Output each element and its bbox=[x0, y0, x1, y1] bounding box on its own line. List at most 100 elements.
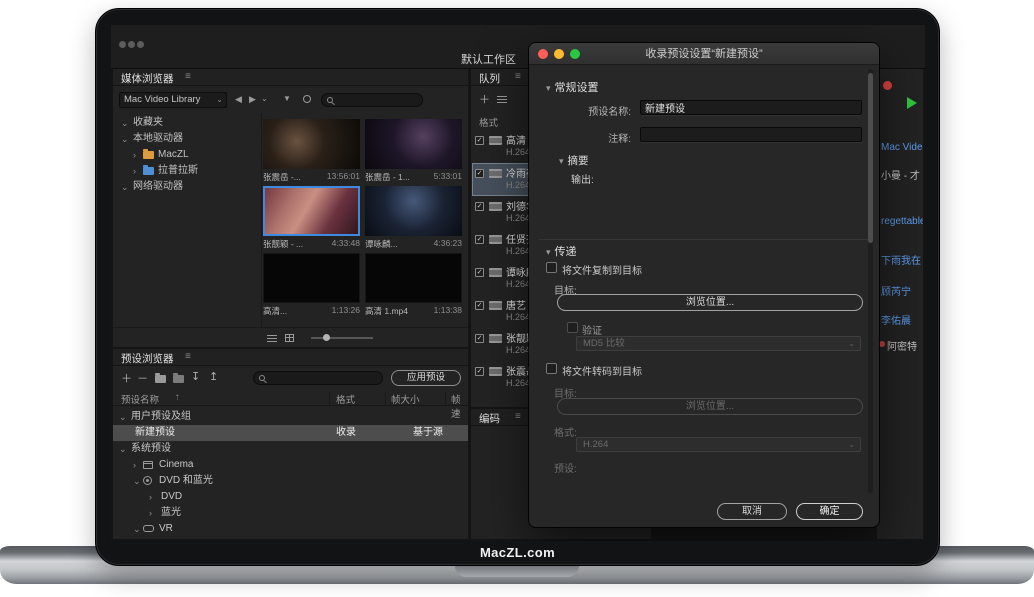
ingest-settings-dialog: 收录预设设置“新建预设” ▾常规设置 预设名称: 注释: ▾摘要 输出: ▾传递 bbox=[529, 43, 879, 527]
chevron-down-icon: ⌄ bbox=[121, 115, 129, 131]
play-icon[interactable] bbox=[907, 97, 917, 109]
list-view-icon[interactable] bbox=[267, 335, 277, 342]
laptop-screen: 默认工作区 媒体浏览器 ≡ Mac Video Library ⌄ ◀ ▶ ⌄ … bbox=[95, 8, 940, 566]
media-clip[interactable]: 张震岳 - 1...5:33:01 bbox=[365, 119, 462, 183]
media-clip[interactable]: 谭咏麟...4:36:23 bbox=[365, 186, 462, 250]
queue-format-column[interactable]: 格式 bbox=[479, 115, 498, 129]
queue-list-icon[interactable] bbox=[497, 96, 507, 103]
media-browser-footer bbox=[113, 327, 468, 347]
media-clip-selected[interactable]: 张靓颖 - ...4:33:48 bbox=[263, 186, 360, 250]
checkbox-checked[interactable]: ✓ bbox=[475, 136, 484, 145]
dialog-titlebar[interactable]: 收录预设设置“新建预设” bbox=[529, 43, 879, 65]
chevron-right-icon: › bbox=[133, 457, 136, 473]
remove-preset-icon[interactable]: － bbox=[137, 370, 148, 386]
clip-icon bbox=[489, 301, 502, 310]
playlist-item[interactable]: 顾芮宁 bbox=[881, 283, 911, 298]
forward-icon[interactable]: ▶ bbox=[249, 94, 256, 105]
panel-menu-icon[interactable]: ≡ bbox=[185, 351, 191, 362]
playlist-item[interactable]: 阿密特 bbox=[887, 338, 917, 353]
checkbox-checked[interactable]: ✓ bbox=[475, 268, 484, 277]
zoom-icon[interactable] bbox=[570, 49, 580, 59]
close-icon[interactable] bbox=[538, 49, 548, 59]
checkbox-checked[interactable]: ✓ bbox=[475, 235, 484, 244]
checkbox-checked[interactable]: ✓ bbox=[475, 202, 484, 211]
new-group-icon[interactable] bbox=[155, 375, 166, 383]
media-clip[interactable]: 张震岳 -...13:56:01 bbox=[263, 119, 360, 183]
dialog-scrollbar-thumb[interactable] bbox=[868, 73, 873, 243]
eye-icon[interactable] bbox=[303, 95, 311, 103]
window-zoom-icon[interactable] bbox=[137, 41, 144, 48]
column-name[interactable]: 预设名称 bbox=[121, 392, 159, 406]
media-clip[interactable]: 高清...1:13:26 bbox=[263, 253, 360, 317]
panel-menu-icon[interactable]: ≡ bbox=[515, 411, 521, 422]
encode-tab[interactable]: 编码 bbox=[479, 411, 500, 426]
panel-menu-icon[interactable]: ≡ bbox=[515, 71, 521, 82]
filter-icon[interactable]: ▼ bbox=[283, 94, 291, 103]
preset-group-cinema[interactable]: › Cinema bbox=[113, 457, 468, 473]
zoom-slider-knob[interactable] bbox=[323, 334, 330, 341]
section-general[interactable]: ▾常规设置 bbox=[546, 79, 599, 95]
column-frame-size[interactable]: 帧大小 bbox=[391, 392, 420, 406]
section-general-label: 常规设置 bbox=[555, 82, 599, 94]
window-minimize-icon[interactable] bbox=[128, 41, 135, 48]
preset-group-vr[interactable]: ⌄ VR bbox=[113, 521, 468, 537]
tree-item-local-drives[interactable]: ⌄ 本地驱动器 bbox=[113, 131, 261, 147]
preset-browser-tab[interactable]: 预设浏览器 bbox=[121, 351, 174, 366]
minimize-icon[interactable] bbox=[554, 49, 564, 59]
column-format[interactable]: 格式 bbox=[336, 392, 355, 406]
clip-icon bbox=[489, 367, 502, 376]
tree-item-label: MacZL bbox=[158, 147, 189, 163]
checkbox-checked[interactable]: ✓ bbox=[475, 334, 484, 343]
import-preset-icon[interactable]: ↧ bbox=[191, 370, 200, 383]
checkbox-checked[interactable]: ✓ bbox=[475, 169, 484, 178]
media-search-input[interactable] bbox=[321, 93, 423, 107]
panel-menu-icon[interactable]: ≡ bbox=[185, 71, 191, 82]
queue-tab[interactable]: 队列 bbox=[479, 71, 500, 86]
thumbnail-view-icon[interactable] bbox=[285, 334, 294, 342]
preset-group-user[interactable]: ⌄ 用户预设及组 bbox=[113, 409, 468, 425]
record-icon[interactable] bbox=[883, 81, 892, 90]
clip-duration: 5:33:01 bbox=[434, 171, 462, 183]
preset-group-bluray[interactable]: › 蓝光 bbox=[113, 505, 468, 521]
transcode-files-checkbox[interactable] bbox=[546, 363, 557, 374]
workspace-tab[interactable]: 默认工作区 bbox=[461, 51, 516, 67]
checkbox-checked[interactable]: ✓ bbox=[475, 367, 484, 376]
media-clip[interactable]: 高清 1.mp41:13:38 bbox=[365, 253, 462, 317]
preset-settings-icon[interactable] bbox=[173, 375, 184, 383]
zoom-slider[interactable] bbox=[311, 337, 373, 339]
playlist-item[interactable]: Mac Video bbox=[881, 142, 923, 153]
back-icon[interactable]: ◀ bbox=[235, 94, 242, 105]
ok-button[interactable]: 确定 bbox=[796, 503, 863, 520]
playlist-item[interactable]: 小曼 - 才 bbox=[881, 167, 920, 182]
copy-files-checkbox[interactable] bbox=[546, 262, 557, 273]
comment-input[interactable] bbox=[640, 127, 862, 142]
tree-item-favorites[interactable]: ⌄ 收藏夹 bbox=[113, 115, 261, 131]
source-dropdown[interactable]: Mac Video Library ⌄ bbox=[119, 92, 227, 108]
section-transfer[interactable]: ▾传递 bbox=[546, 243, 577, 259]
preset-group-dvd-bluray[interactable]: ⌄ DVD 和蓝光 bbox=[113, 473, 468, 489]
browse-location-button[interactable]: 浏览位置... bbox=[557, 294, 863, 311]
add-source-icon[interactable]: ＋ bbox=[479, 91, 490, 107]
recent-locations-icon[interactable]: ⌄ bbox=[261, 94, 268, 103]
cancel-button[interactable]: 取消 bbox=[717, 503, 787, 520]
tree-item-laplace[interactable]: › 拉普拉斯 bbox=[113, 163, 261, 179]
preset-row-frame-size: 基于源 bbox=[413, 425, 443, 441]
section-summary[interactable]: ▾摘要 bbox=[559, 153, 589, 168]
playlist-item[interactable]: 下雨我在 bbox=[881, 252, 921, 267]
tree-item-maczl[interactable]: › MacZL bbox=[113, 147, 261, 163]
preset-group-dvd[interactable]: › DVD bbox=[113, 489, 468, 505]
preset-row-new-preset[interactable]: 新建预设 收录 基于源 bbox=[113, 425, 468, 441]
preset-name-input[interactable] bbox=[640, 100, 862, 115]
preset-group-system[interactable]: ⌄ 系统预设 bbox=[113, 441, 468, 457]
playlist-item[interactable]: regettable! bbox=[881, 216, 923, 227]
window-close-icon[interactable] bbox=[119, 41, 126, 48]
preset-search-input[interactable] bbox=[253, 371, 383, 385]
apply-preset-button[interactable]: 应用预设 bbox=[391, 370, 461, 386]
export-preset-icon[interactable]: ↥ bbox=[209, 370, 218, 383]
playlist-item[interactable]: 李佑晨 bbox=[881, 312, 911, 327]
add-preset-icon[interactable]: ＋ bbox=[121, 370, 132, 386]
tree-item-network-drives[interactable]: ⌄ 网络驱动器 bbox=[113, 179, 261, 195]
checkbox-checked[interactable]: ✓ bbox=[475, 301, 484, 310]
clip-thumbnail bbox=[365, 119, 462, 169]
media-browser-tab[interactable]: 媒体浏览器 bbox=[121, 71, 174, 86]
